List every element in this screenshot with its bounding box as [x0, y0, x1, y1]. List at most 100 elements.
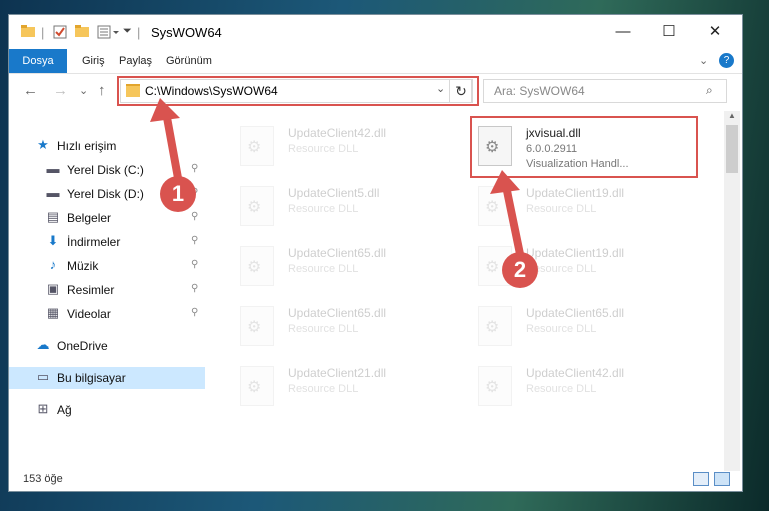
file-item[interactable]: ⚙ UpdateClient42.dll Resource DLL	[214, 118, 434, 174]
file-type: Resource DLL	[526, 383, 597, 395]
back-button[interactable]: ←	[23, 82, 38, 99]
sidebar-item-bu-bilgisayar[interactable]: ▭ Bu bilgisayar	[9, 367, 205, 389]
file-item[interactable]: ⚙ UpdateClient42.dll Resource DLL	[452, 358, 672, 414]
divider: |	[41, 25, 45, 40]
divider: |	[137, 25, 141, 40]
file-name: UpdateClient65.dll	[526, 306, 625, 320]
dll-file-icon: ⚙	[240, 246, 274, 286]
forward-button[interactable]: →	[53, 82, 68, 99]
music-icon: ♪	[49, 257, 57, 272]
dll-file-icon: ⚙	[240, 306, 274, 346]
file-name: UpdateClient19.dll	[526, 246, 625, 260]
sidebar-item-resimler[interactable]: ▣ Resimler ⚲	[9, 279, 205, 301]
address-row: ← → ⌄ ↑ C:\Windows\SysWOW64 ⌄ ↻ Ara: Sys…	[9, 74, 742, 108]
file-type: Resource DLL	[526, 203, 597, 215]
scrollbar-thumb[interactable]	[726, 125, 738, 173]
close-button[interactable]: ✕	[693, 20, 737, 44]
sidebar-item-label: OneDrive	[57, 339, 108, 353]
dll-file-icon: ⚙	[478, 306, 512, 346]
sidebar-item-label: Videolar	[67, 307, 111, 321]
dll-file-icon: ⚙	[240, 126, 274, 166]
sidebar-item-label: Hızlı erişim	[57, 139, 117, 153]
tab-file[interactable]: Dosya	[9, 49, 67, 73]
sidebar-item-label: İndirmeler	[67, 235, 121, 249]
search-placeholder: Ara: SysWOW64	[494, 84, 585, 98]
maximize-button[interactable]: ☐	[647, 20, 691, 44]
sidebar-item-h-zl-eri-im[interactable]: ★ Hızlı erişim	[9, 135, 205, 157]
pin-icon: ⚲	[191, 211, 199, 222]
dll-file-icon: ⚙	[240, 186, 274, 226]
up-button[interactable]: ↑	[98, 82, 106, 99]
sidebar-item-onedrive[interactable]: ☁ OneDrive	[9, 335, 205, 357]
sidebar-item-label: Ağ	[57, 403, 72, 417]
sidebar-item-m-zik[interactable]: ♪ Müzik ⚲	[9, 255, 205, 277]
gear-icon: ⚙	[247, 379, 262, 396]
title-bar: | ⏷ | SysWOW64 — ☐ ✕	[9, 15, 742, 49]
customize-toolbar-icon[interactable]: ⏷	[123, 25, 132, 41]
pin-icon: ⚲	[191, 307, 199, 318]
documents-icon: ▤	[46, 209, 60, 224]
pin-icon: ⚲	[191, 283, 199, 294]
drive-icon: ▬	[46, 161, 60, 176]
expand-ribbon-icon[interactable]: ⌄	[699, 49, 708, 73]
sidebar-item-videolar[interactable]: ▦ Videolar ⚲	[9, 303, 205, 325]
file-item[interactable]: ⚙ UpdateClient65.dll Resource DLL	[214, 298, 434, 354]
dll-file-icon: ⚙	[240, 366, 274, 406]
sidebar-item-label: Bu bilgisayar	[57, 371, 126, 385]
search-icon[interactable]: ⌕	[706, 83, 713, 98]
step-1-badge: 1	[160, 176, 196, 212]
details-view-icon[interactable]	[693, 472, 709, 486]
file-name: UpdateClient65.dll	[288, 306, 387, 320]
file-item[interactable]: ⚙ UpdateClient19.dll Resource DLL	[452, 238, 672, 294]
view-menu-icon[interactable]	[97, 25, 119, 41]
gear-icon: ⚙	[485, 319, 500, 336]
file-name: UpdateClient42.dll	[288, 126, 387, 140]
file-item[interactable]: ⚙ UpdateClient65.dll Resource DLL	[214, 238, 434, 294]
help-icon[interactable]: ?	[719, 53, 734, 68]
highlight-address-box	[117, 76, 479, 106]
dll-file-icon: ⚙	[478, 186, 512, 226]
folder-icon	[21, 25, 35, 41]
minimize-button[interactable]: —	[601, 20, 645, 44]
file-item[interactable]: ⚙ UpdateClient21.dll Resource DLL	[214, 358, 434, 414]
tab-home[interactable]: Giriş	[82, 49, 105, 73]
navigation-pane: ★ Hızlı erişim ▬ Yerel Disk (C:) ⚲ ▬ Yerel Dis…	[9, 113, 205, 463]
vertical-scrollbar[interactable]: ▲	[724, 111, 740, 471]
gear-icon: ⚙	[247, 319, 262, 336]
large-icons-view-icon[interactable]	[714, 472, 730, 486]
pictures-icon: ▣	[46, 281, 60, 296]
file-item[interactable]: ⚙ UpdateClient5.dll Resource DLL	[214, 178, 434, 234]
file-type: Resource DLL	[526, 323, 597, 335]
computer-icon: ▭	[36, 369, 50, 384]
recent-locations-button[interactable]: ⌄	[79, 84, 88, 97]
file-name: UpdateClient65.dll	[288, 246, 387, 260]
videos-icon: ▦	[46, 305, 60, 320]
sidebar-item-label: Müzik	[67, 259, 99, 273]
properties-icon[interactable]	[53, 25, 67, 41]
sidebar-item-label: Yerel Disk (C:)	[67, 163, 144, 177]
new-folder-icon[interactable]	[75, 25, 89, 41]
sidebar-item-label: Yerel Disk (D:)	[67, 187, 144, 201]
tab-view[interactable]: Görünüm	[166, 49, 212, 73]
star-icon: ★	[37, 137, 49, 152]
cloud-icon: ☁	[36, 337, 50, 352]
gear-icon: ⚙	[247, 199, 262, 216]
file-type: Resource DLL	[288, 383, 359, 395]
window-title: SysWOW64	[151, 25, 222, 40]
status-bar: 153 öğe	[9, 467, 742, 491]
scroll-up-icon[interactable]: ▲	[728, 111, 736, 120]
file-type: Resource DLL	[288, 143, 359, 155]
file-type: Resource DLL	[288, 203, 359, 215]
file-name: UpdateClient42.dll	[526, 366, 625, 380]
step-2-badge: 2	[502, 252, 538, 288]
search-input[interactable]: Ara: SysWOW64 ⌕	[483, 79, 727, 103]
file-item[interactable]: ⚙ UpdateClient19.dll Resource DLL	[452, 178, 672, 234]
sidebar-item-a-[interactable]: ⊞ Ağ	[9, 399, 205, 421]
file-item[interactable]: ⚙ UpdateClient65.dll Resource DLL	[452, 298, 672, 354]
tab-share[interactable]: Paylaş	[119, 49, 152, 73]
sidebar-item-i-ndirmeler[interactable]: ⬇ İndirmeler ⚲	[9, 231, 205, 253]
file-name: UpdateClient19.dll	[526, 186, 625, 200]
file-type: Resource DLL	[288, 263, 359, 275]
explorer-window: | ⏷ | SysWOW64 — ☐ ✕ Dosya Giriş Paylaş …	[8, 14, 743, 492]
sidebar-item-label: Resimler	[67, 283, 115, 297]
